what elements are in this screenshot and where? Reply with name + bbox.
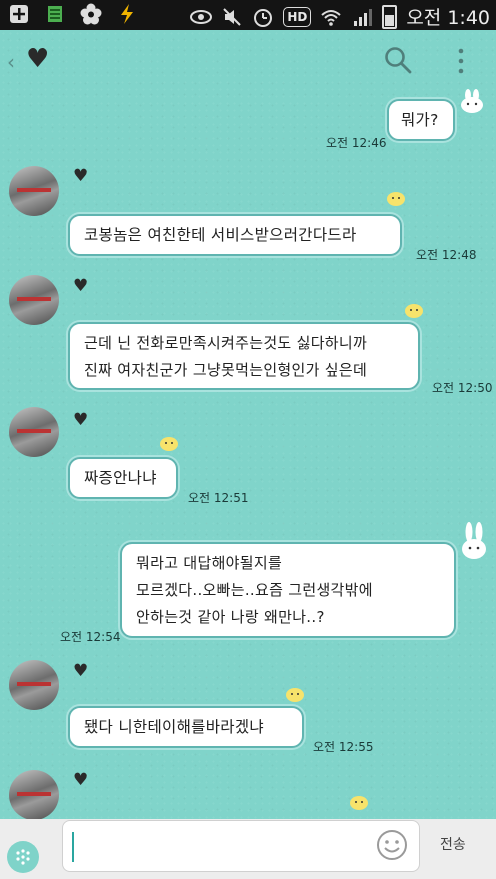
attach-plus-icon[interactable] [7,841,39,873]
chick-sticker-icon [387,192,405,206]
favorite-heart-icon[interactable]: ♥ [26,44,49,74]
message-input[interactable] [62,820,420,872]
eye-icon [190,6,213,28]
status-bar: HD 오전 1:40 [0,0,496,30]
flower-icon [80,3,102,25]
message-bubble-received[interactable]: 짜증안나냐 [68,457,178,499]
search-icon[interactable] [384,46,412,74]
more-menu-icon[interactable] [456,48,466,74]
chat-header: ‹ ♥ [0,30,496,92]
sender-heart-icon: ♥ [73,410,89,430]
notes-icon [44,3,66,25]
chick-sticker-icon [350,796,368,810]
mute-icon [221,6,243,28]
message-time: 오전 12:55 [313,740,374,754]
alarm-icon [252,6,274,28]
avatar[interactable] [9,166,59,216]
message-bubble-sent[interactable]: 뭐라고 대답해야될지를 모르겠다..오빠는..요즘 그런생각밖에 안하는것 같아… [120,542,456,638]
avatar[interactable] [9,770,59,820]
chick-sticker-icon [160,437,178,451]
sender-heart-icon: ♥ [73,276,89,296]
sender-heart-icon: ♥ [73,770,89,790]
avatar[interactable] [9,275,59,325]
flash-icon [116,3,138,25]
message-time: 오전 12:50 [432,381,493,395]
plus-icon [8,3,30,25]
signal-icon [351,6,373,28]
emoticon-icon[interactable] [376,829,408,861]
rabbit-sticker-icon [461,89,483,113]
battery-icon [382,4,398,29]
wifi-icon [320,6,342,28]
sender-heart-icon: ♥ [73,661,89,681]
message-time: 오전 12:46 [326,136,387,150]
message-time: 오전 12:51 [188,491,249,505]
message-bubble-received[interactable]: 코봉놈은 여친한테 서비스받으러간다드라 [68,214,402,256]
message-time: 오전 12:48 [416,248,477,262]
chick-sticker-icon [286,688,304,702]
message-time: 오전 12:54 [60,630,121,644]
status-time: 오전 1:40 [406,7,490,29]
send-button[interactable]: 전송 [440,834,466,854]
message-bubble-sent[interactable]: 뭐가? [387,99,455,141]
text-caret [72,832,74,862]
hd-icon: HD [283,6,312,27]
chick-sticker-icon [405,304,423,318]
message-bubble-received[interactable]: 됐다 니한테이해를바라겠냐 [68,706,304,748]
avatar[interactable] [9,407,59,457]
rabbit-sticker-icon [462,522,486,559]
message-bubble-received[interactable]: 근데 닌 전화로만족시켜주는것도 싫다하니까 진짜 여자친군가 그냥못먹는인형인… [68,322,420,390]
avatar[interactable] [9,660,59,710]
back-icon[interactable]: ‹ [7,50,15,74]
sender-heart-icon: ♥ [73,166,89,186]
